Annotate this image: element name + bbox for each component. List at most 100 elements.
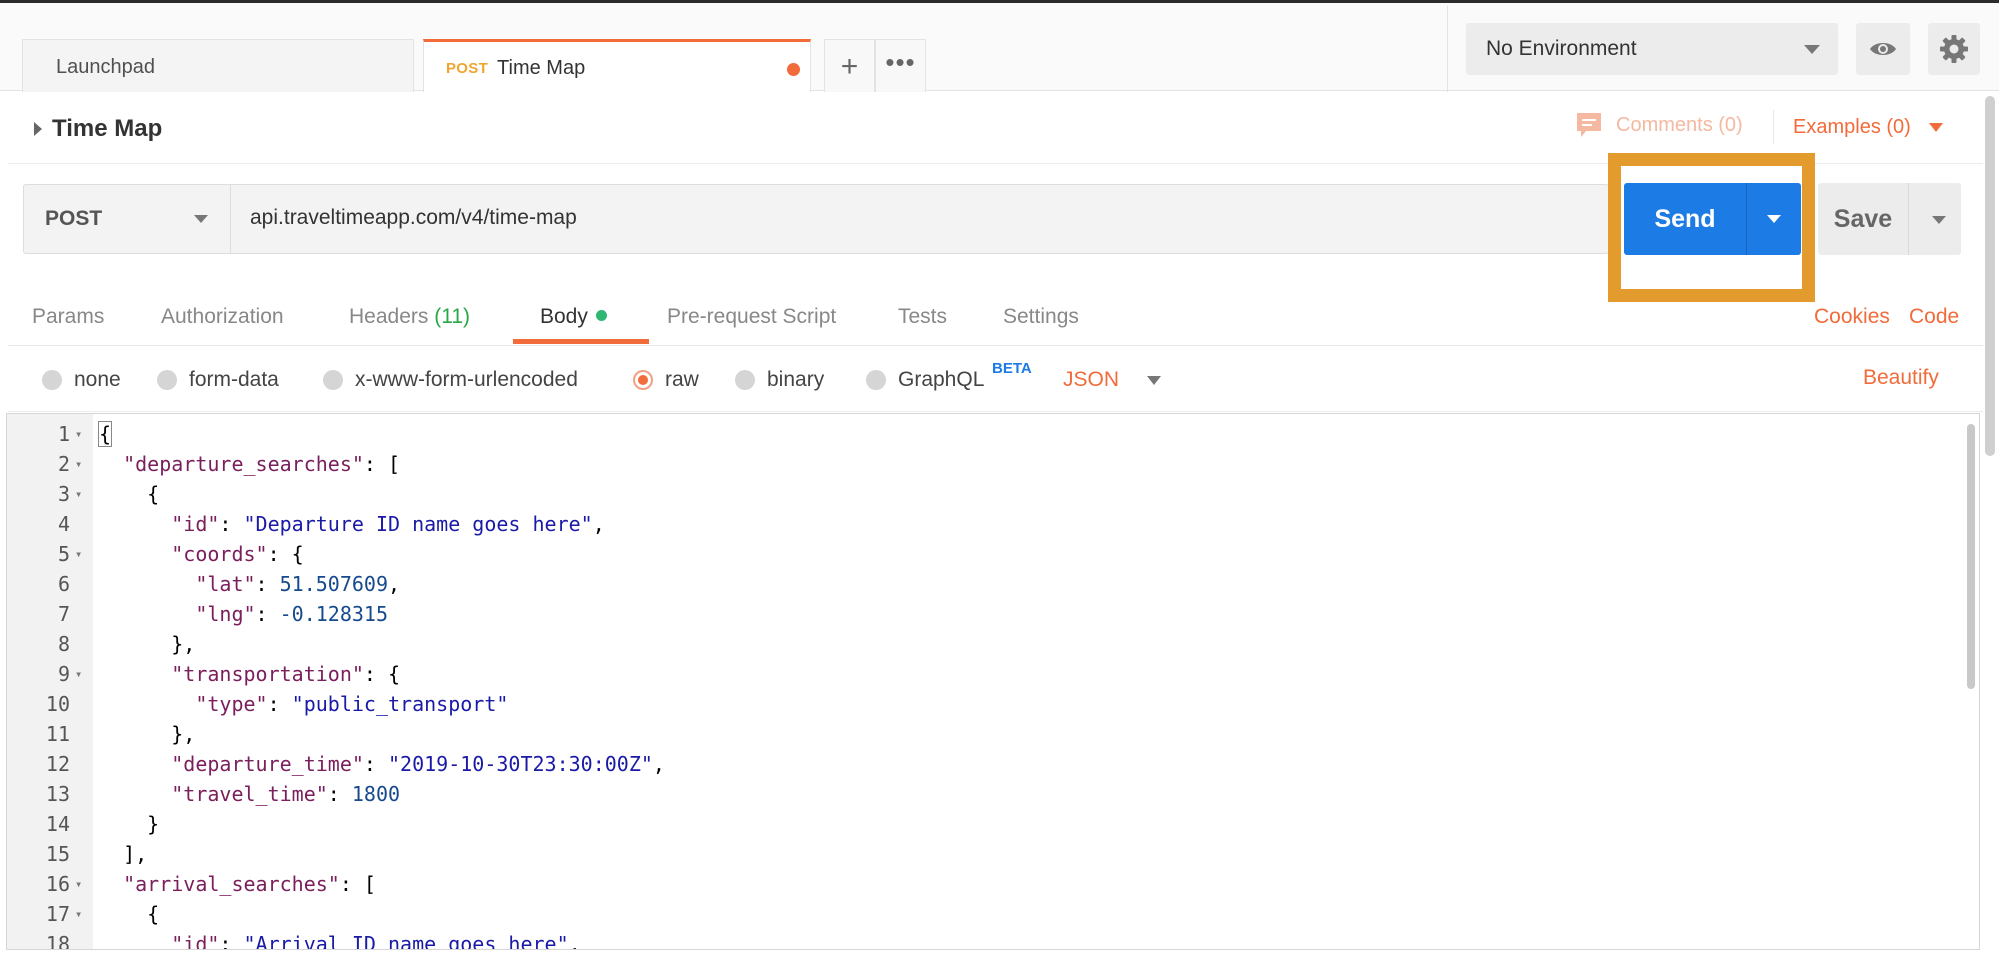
tab-pre-request-script[interactable]: Pre-request Script [667, 305, 836, 329]
code-line[interactable]: 13 "travel_time": 1800 [7, 779, 1979, 809]
save-button[interactable]: Save [1818, 183, 1961, 255]
code-text: "departure_time": "2019-10-30T23:30:00Z"… [171, 752, 665, 776]
radio-urlencoded[interactable]: x-www-form-urlencoded [323, 368, 578, 392]
save-split-divider [1908, 183, 1909, 255]
environment-quick-look-button[interactable] [1856, 23, 1910, 75]
fold-toggle-icon[interactable]: ▾ [75, 479, 82, 509]
code-line[interactable]: 1 ▾ { [7, 419, 1979, 449]
fold-toggle-icon[interactable]: ▾ [75, 419, 82, 449]
radio-binary-label: binary [767, 368, 825, 391]
code-line[interactable]: 6 "lat": 51.507609, [7, 569, 1979, 599]
raw-format-label: JSON [1063, 368, 1120, 391]
line-number: 13 [45, 782, 70, 806]
code-line[interactable]: 7 "lng": -0.128315 [7, 599, 1979, 629]
code-line[interactable]: 10 "type": "public_transport" [7, 689, 1979, 719]
code-text: "departure_searches": [ [123, 452, 401, 476]
body-type-selector: none form-data x-www-form-urlencoded raw… [8, 346, 1983, 412]
radio-circle [323, 370, 343, 390]
line-number: 11 [45, 722, 70, 746]
more-tabs-button[interactable]: ••• [875, 39, 926, 94]
tab-bar: Launchpad POST Time Map + ••• No Environ… [0, 3, 1999, 95]
code-line[interactable]: 9 ▾ "transportation": { [7, 659, 1979, 689]
code-line[interactable]: 11 }, [7, 719, 1979, 749]
tab-time-map[interactable]: POST Time Map [423, 39, 811, 95]
line-number: 2 [57, 452, 70, 476]
beautify-link[interactable]: Beautify [1863, 366, 1939, 390]
expand-toggle-icon[interactable] [34, 122, 42, 136]
chevron-down-icon [1147, 375, 1162, 385]
cookies-link[interactable]: Cookies [1814, 305, 1890, 329]
code-text: { [97, 421, 113, 447]
chevron-down-icon [194, 215, 208, 223]
code-line[interactable]: 16 ▾ "arrival_searches": [ [7, 869, 1979, 899]
window-scrollbar[interactable] [1985, 96, 1995, 456]
tab-headers-label: Headers [349, 305, 429, 328]
code-line[interactable]: 2 ▾ "departure_searches": [ [7, 449, 1979, 479]
code-line[interactable]: 4 "id": "Departure ID name goes here", [7, 509, 1979, 539]
examples-dropdown[interactable]: Examples (0) [1793, 116, 1943, 139]
chevron-down-icon [1928, 123, 1943, 132]
environment-select[interactable]: No Environment [1466, 23, 1838, 75]
body-code-editor[interactable]: 1 ▾{2 ▾ "departure_searches": [3 ▾ {4 "id":… [6, 413, 1980, 950]
method-label: POST [45, 207, 103, 230]
code-text: ], [99, 842, 148, 866]
radio-circle [735, 370, 755, 390]
fold-toggle-icon[interactable]: ▾ [75, 869, 82, 899]
code-text: { [99, 482, 160, 506]
radio-urlencoded-label: x-www-form-urlencoded [355, 368, 578, 391]
tab-params[interactable]: Params [32, 305, 104, 329]
body-status-dot [595, 309, 607, 321]
fold-toggle-icon[interactable]: ▾ [75, 539, 82, 569]
code-text: { [99, 902, 160, 926]
code-link[interactable]: Code [1909, 305, 1959, 329]
method-select[interactable]: POST [24, 185, 231, 253]
code-line[interactable]: 17 ▾ { [7, 899, 1979, 929]
radio-form-data[interactable]: form-data [157, 368, 279, 392]
line-number: 9 [57, 662, 70, 686]
more-icon: ••• [885, 46, 916, 77]
manage-environments-button[interactable] [1928, 23, 1980, 75]
environment-divider [1447, 6, 1448, 94]
line-number: 1 [57, 422, 70, 446]
radio-raw[interactable]: raw [633, 368, 699, 392]
line-number: 15 [45, 842, 70, 866]
send-highlight-box [1608, 153, 1815, 302]
tab-tests[interactable]: Tests [898, 305, 947, 329]
new-tab-button[interactable]: + [824, 39, 875, 94]
fold-toggle-icon[interactable]: ▾ [75, 659, 82, 689]
radio-circle [42, 370, 62, 390]
tab-body[interactable]: Body [540, 305, 607, 329]
line-number: 17 [45, 902, 70, 926]
code-line[interactable]: 3 ▾ { [7, 479, 1979, 509]
code-line[interactable]: 14 } [7, 809, 1979, 839]
comments-button[interactable]: Comments (0) [1576, 112, 1743, 138]
fold-toggle-icon[interactable]: ▾ [75, 899, 82, 929]
code-line[interactable]: 12 "departure_time": "2019-10-30T23:30:0… [7, 749, 1979, 779]
radio-graphql[interactable]: GraphQL [866, 368, 984, 392]
code-text: "lng": -0.128315 [195, 602, 389, 626]
tab-launchpad[interactable]: Launchpad [22, 39, 414, 94]
environment-selected-label: No Environment [1486, 37, 1637, 60]
tab-authorization[interactable]: Authorization [161, 305, 284, 329]
code-line[interactable]: 15 ], [7, 839, 1979, 869]
code-line[interactable]: 8 }, [7, 629, 1979, 659]
code-line[interactable]: 5 ▾ "coords": { [7, 539, 1979, 569]
save-options-chevron-icon[interactable] [1932, 216, 1946, 224]
raw-format-select[interactable]: JSON [1063, 368, 1162, 392]
code-line[interactable]: 18 "id": "Arrival ID name goes here", [7, 929, 1979, 949]
tab-settings[interactable]: Settings [1003, 305, 1079, 329]
url-input[interactable] [250, 206, 1550, 230]
tab-headers[interactable]: Headers (11) [349, 305, 470, 329]
comments-label: Comments (0) [1616, 113, 1743, 136]
radio-none[interactable]: none [42, 368, 121, 392]
radio-binary[interactable]: binary [735, 368, 824, 392]
code-text: } [99, 812, 160, 836]
tab-body-label: Body [540, 305, 588, 328]
fold-toggle-icon[interactable]: ▾ [75, 449, 82, 479]
line-number: 3 [57, 482, 70, 506]
line-number: 12 [45, 752, 70, 776]
tab-time-map-label: Time Map [497, 57, 586, 79]
comment-icon [1577, 113, 1601, 137]
chevron-down-icon [1804, 45, 1820, 54]
code-text: }, [99, 722, 196, 746]
